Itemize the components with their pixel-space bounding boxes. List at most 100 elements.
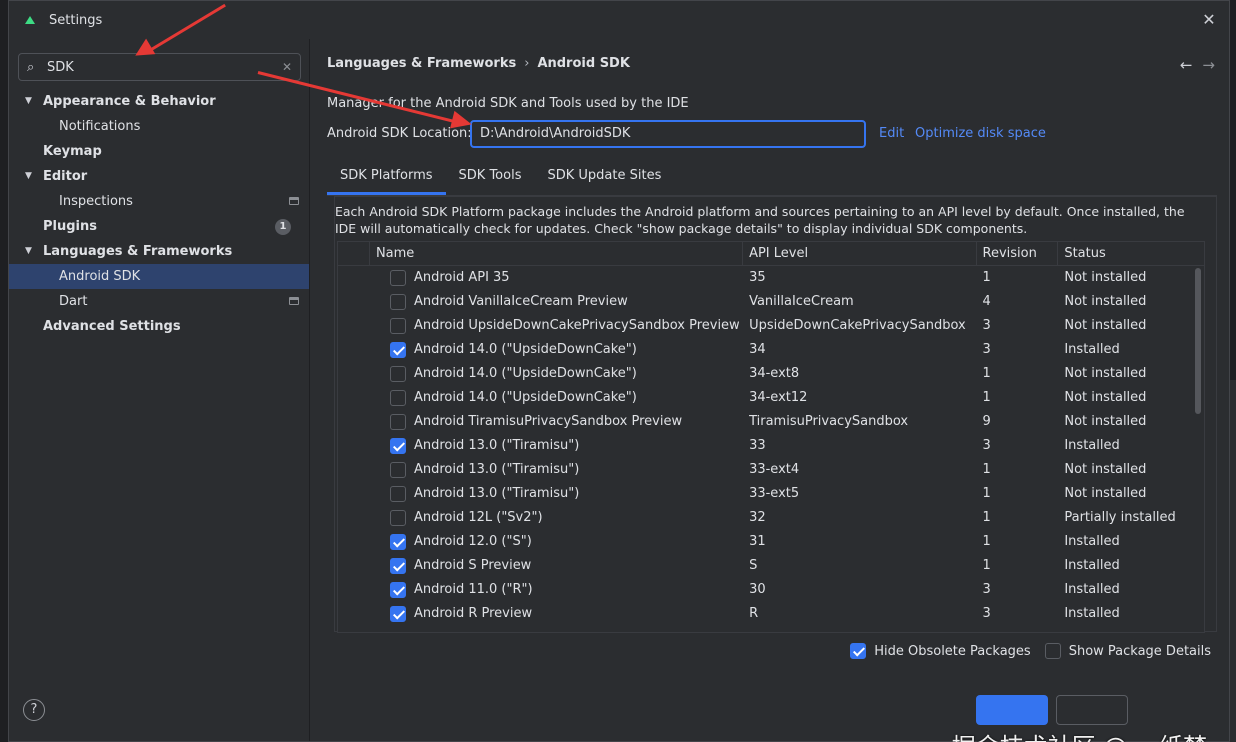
table-row[interactable]: Android API 35 35 1 Not installed [338, 266, 1204, 290]
revision-cell: 3 [982, 606, 991, 621]
revision-cell: 1 [982, 390, 991, 405]
table-scrollbar[interactable] [1195, 268, 1201, 414]
status-cell: Installed [1064, 534, 1120, 549]
package-checkbox[interactable] [389, 462, 406, 478]
package-checkbox[interactable] [389, 582, 406, 598]
tab-sdk-update-sites[interactable]: SDK Update Sites [534, 160, 674, 195]
package-checkbox[interactable] [389, 558, 406, 574]
api-level-cell: R [749, 606, 759, 621]
table-row[interactable]: Android 12.0 ("S") 31 1 Installed [338, 530, 1204, 554]
package-checkbox[interactable] [389, 606, 406, 622]
chevron-down-icon[interactable]: ▼ [25, 239, 32, 264]
help-icon[interactable]: ? [23, 699, 45, 721]
revision-cell: 1 [982, 558, 991, 573]
hide-obsolete-checkbox[interactable] [850, 643, 867, 659]
table-row[interactable]: Android 13.0 ("Tiramisu") 33-ext4 1 Not ins… [338, 458, 1204, 482]
revision-cell: 1 [982, 462, 991, 477]
table-row[interactable]: Android 12L ("Sv2") 32 1 Partially installe… [338, 506, 1204, 530]
plugins-update-badge: 1 [275, 219, 291, 235]
sidebar-item-label: Plugins [43, 219, 97, 234]
package-checkbox[interactable] [389, 414, 406, 430]
api-level-cell: VanillaIceCream [749, 294, 854, 309]
package-name-cell: Android 14.0 ("UpsideDownCake") [370, 386, 743, 410]
sidebar-item-android-sdk[interactable]: Android SDK [9, 264, 309, 289]
sidebar-item-advanced-settings[interactable]: Advanced Settings [9, 314, 309, 339]
table-row[interactable]: Android TiramisuPrivacySandbox Preview Ti… [338, 410, 1204, 434]
edit-link[interactable]: Edit [879, 126, 904, 141]
table-row[interactable]: Android 14.0 ("UpsideDownCake") 34 3 Instal… [338, 338, 1204, 362]
sdk-location-field[interactable]: D:\Android\AndroidSDK [470, 120, 866, 148]
sidebar-item-notifications[interactable]: Notifications [9, 114, 309, 139]
column-header-api[interactable]: API Level [743, 242, 977, 265]
sidebar-item-plugins[interactable]: Plugins 1 [9, 214, 309, 239]
breadcrumb-parent[interactable]: Languages & Frameworks [327, 56, 516, 71]
table-row[interactable]: Android VanillaIceCream Preview VanillaIc… [338, 290, 1204, 314]
tab-sdk-platforms[interactable]: SDK Platforms [327, 160, 446, 195]
ok-button[interactable] [976, 695, 1048, 725]
row-spacer [338, 554, 370, 578]
chevron-down-icon[interactable]: ▼ [25, 89, 32, 114]
api-level-cell: 34-ext8 [749, 366, 800, 381]
sidebar-item-label: Inspections [59, 194, 133, 209]
nav-arrows: ← → [1170, 56, 1215, 74]
clear-search-icon[interactable]: ✕ [282, 60, 292, 74]
sidebar-item-editor[interactable]: ▼ Editor [9, 164, 309, 189]
package-name-cell: Android API 35 [370, 266, 743, 290]
package-checkbox[interactable] [389, 510, 406, 526]
package-checkbox[interactable] [389, 294, 406, 310]
table-row[interactable]: Android S Preview S 1 Installed [338, 554, 1204, 578]
hide-obsolete-option[interactable]: Hide Obsolete Packages [850, 643, 1031, 659]
table-row[interactable]: Android 14.0 ("UpsideDownCake") 34-ext8 1 N… [338, 362, 1204, 386]
sidebar-item-appearance-behavior[interactable]: ▼ Appearance & Behavior [9, 89, 309, 114]
table-row[interactable]: Android UpsideDownCakePrivacySandbox Pre… [338, 314, 1204, 338]
column-header-name[interactable]: Name [370, 242, 744, 265]
close-icon[interactable]: ✕ [1199, 10, 1219, 30]
table-row[interactable]: Android 13.0 ("Tiramisu") 33-ext5 1 Not ins… [338, 482, 1204, 506]
row-spacer [338, 386, 370, 410]
package-checkbox[interactable] [389, 438, 406, 454]
sidebar-item-languages-frameworks[interactable]: ▼ Languages & Frameworks [9, 239, 309, 264]
package-name: Android 14.0 ("UpsideDownCake") [413, 342, 637, 357]
column-header-revision[interactable]: Revision [977, 242, 1059, 265]
package-name: Android 11.0 ("R") [413, 582, 533, 597]
optimize-disk-link[interactable]: Optimize disk space [915, 126, 1046, 141]
package-checkbox[interactable] [389, 342, 406, 358]
back-arrow-icon[interactable]: ← [1180, 56, 1193, 74]
table-row[interactable]: Android R Preview R 3 Installed [338, 602, 1204, 626]
sidebar-item-label: Editor [43, 169, 88, 184]
forward-arrow-icon[interactable]: → [1202, 56, 1215, 74]
api-level-cell: S [749, 558, 758, 573]
tab-sdk-tools[interactable]: SDK Tools [446, 160, 535, 195]
sdk-platforms-table: Name API Level Revision Status Android A… [337, 241, 1205, 633]
sidebar-item-keymap[interactable]: Keymap [9, 139, 309, 164]
status-cell: Not installed [1064, 270, 1147, 285]
sdk-platforms-panel: Each Android SDK Platform package includ… [334, 196, 1217, 633]
package-name: Android 13.0 ("Tiramisu") [413, 438, 580, 453]
package-checkbox[interactable] [389, 366, 406, 382]
chevron-down-icon[interactable]: ▼ [25, 164, 32, 189]
package-checkbox[interactable] [389, 486, 406, 502]
cancel-button[interactable] [1056, 695, 1128, 725]
column-header-status[interactable]: Status [1058, 242, 1204, 265]
show-details-label: Show Package Details [1068, 643, 1211, 659]
table-row[interactable]: Android 14.0 ("UpsideDownCake") 34-ext12 1… [338, 386, 1204, 410]
row-spacer [338, 290, 370, 314]
sidebar-item-dart[interactable]: Dart [9, 289, 309, 314]
status-cell: Not installed [1064, 318, 1147, 333]
api-level-cell: 34 [749, 342, 766, 357]
table-row[interactable]: Android 11.0 ("R") 30 3 Installed [338, 578, 1204, 602]
window-title: Settings [49, 12, 103, 28]
row-spacer [338, 530, 370, 554]
package-checkbox[interactable] [389, 534, 406, 550]
row-spacer [338, 434, 370, 458]
table-row[interactable]: Android 13.0 ("Tiramisu") 33 3 Installed [338, 434, 1204, 458]
project-scope-icon [289, 197, 299, 205]
search-box[interactable]: ⌕ ✕ [18, 53, 301, 81]
show-details-option[interactable]: Show Package Details [1044, 643, 1211, 659]
search-input[interactable] [47, 59, 282, 75]
show-details-checkbox[interactable] [1044, 643, 1061, 659]
package-checkbox[interactable] [389, 270, 406, 286]
package-checkbox[interactable] [389, 318, 406, 334]
package-checkbox[interactable] [389, 390, 406, 406]
sidebar-item-inspections[interactable]: Inspections [9, 189, 309, 214]
